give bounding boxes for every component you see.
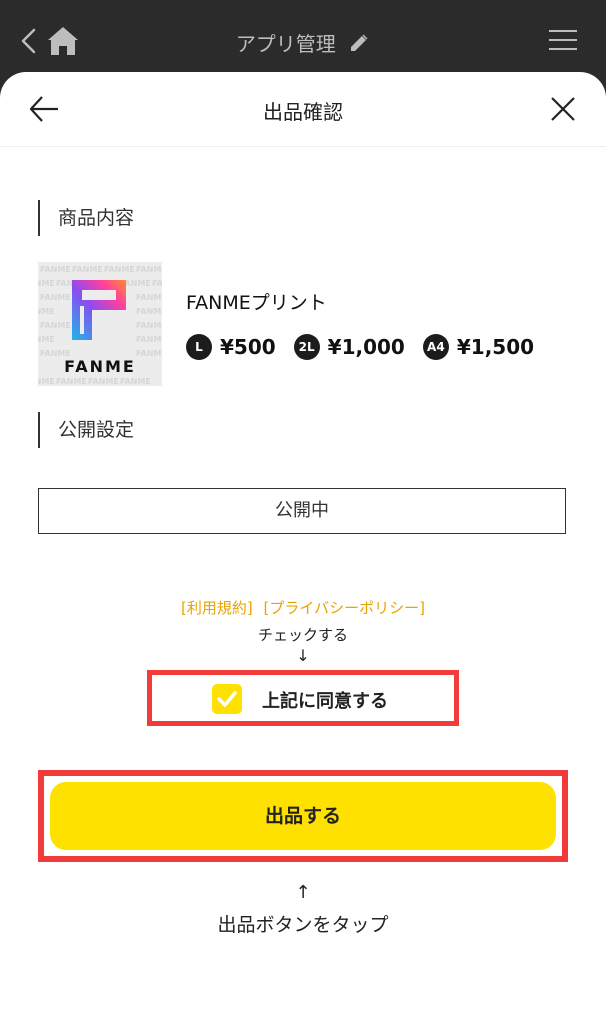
price-item: A4 ¥1,500 bbox=[422, 334, 535, 360]
price-value: ¥1,500 bbox=[456, 335, 535, 359]
svg-text:FANME: FANME bbox=[136, 335, 162, 344]
size-badge: L bbox=[186, 334, 212, 360]
size-badge: A4 bbox=[422, 334, 449, 360]
svg-text:FANME: FANME bbox=[38, 307, 55, 316]
product-name: FANMEプリント bbox=[186, 292, 327, 314]
svg-text:FANME: FANME bbox=[136, 293, 162, 302]
svg-text:FANME: FANME bbox=[120, 377, 151, 386]
svg-text:FANME: FANME bbox=[56, 377, 87, 386]
svg-text:FANME: FANME bbox=[38, 279, 55, 288]
svg-text:FANME: FANME bbox=[136, 321, 162, 330]
thumbnail-logo-text: FANME bbox=[64, 357, 136, 376]
price-value: ¥500 bbox=[220, 335, 276, 359]
arrow-down-annotation: ↓ bbox=[296, 646, 310, 665]
submit-highlight-frame: 出品する bbox=[38, 770, 568, 862]
product-thumbnail: FANMEFANMEFANMEFANME FANMEFANMEFANMEFANM… bbox=[38, 262, 162, 386]
svg-text:FANME: FANME bbox=[72, 265, 103, 274]
confirm-sheet: 出品確認 商品内容 FANMEFANMEFANMEFANME FANMEFANM… bbox=[0, 72, 606, 1024]
price-value: ¥1,000 bbox=[327, 335, 405, 359]
price-item: L ¥500 bbox=[186, 334, 276, 360]
app-bar: アプリ管理 bbox=[0, 0, 606, 80]
svg-text:FANME: FANME bbox=[40, 265, 71, 274]
svg-text:FANME: FANME bbox=[88, 377, 119, 386]
terms-links: [利用規約] [プライバシーポリシー] bbox=[0, 597, 606, 618]
svg-text:FANME: FANME bbox=[40, 321, 71, 330]
publish-status-field[interactable]: 公開中 bbox=[38, 488, 566, 534]
check-instruction: チェックする bbox=[257, 626, 348, 644]
section-label-publish: 公開設定 bbox=[38, 412, 134, 448]
svg-text:FA: FA bbox=[152, 279, 162, 288]
size-badge: 2L bbox=[293, 334, 320, 360]
svg-text:FANME: FANME bbox=[136, 265, 162, 274]
svg-text:FANME: FANME bbox=[40, 293, 71, 302]
arrow-up-annotation: ↑ bbox=[295, 882, 311, 903]
svg-text:FANME: FANME bbox=[38, 377, 55, 386]
tap-instruction: 出品ボタンをタップ bbox=[217, 914, 389, 936]
svg-text:FANME: FANME bbox=[136, 307, 162, 316]
price-list: L ¥500 2L ¥1,000 A4 ¥1,500 bbox=[186, 334, 552, 360]
close-icon[interactable] bbox=[550, 96, 576, 122]
agree-label[interactable]: 上記に同意する bbox=[262, 687, 388, 713]
svg-text:FANME: FANME bbox=[38, 335, 55, 344]
svg-text:FANME: FANME bbox=[104, 265, 135, 274]
app-title: アプリ管理 bbox=[0, 28, 606, 57]
checkmark-icon bbox=[217, 691, 237, 707]
agree-checkbox[interactable] bbox=[212, 684, 242, 714]
section-label-product: 商品内容 bbox=[38, 200, 134, 236]
fanme-logo-icon bbox=[72, 280, 126, 340]
app-title-text: アプリ管理 bbox=[235, 32, 336, 56]
terms-link[interactable]: [利用規約] bbox=[181, 599, 253, 617]
sheet-title: 出品確認 bbox=[263, 100, 343, 124]
price-item: 2L ¥1,000 bbox=[293, 334, 405, 360]
divider bbox=[0, 146, 606, 147]
sheet-header: 出品確認 bbox=[0, 72, 606, 146]
pencil-icon[interactable] bbox=[348, 32, 370, 54]
menu-icon[interactable] bbox=[548, 28, 578, 52]
submit-listing-button[interactable]: 出品する bbox=[50, 782, 556, 850]
privacy-link[interactable]: [プライバシーポリシー] bbox=[264, 599, 425, 617]
agree-highlight-frame: 上記に同意する bbox=[147, 670, 459, 726]
